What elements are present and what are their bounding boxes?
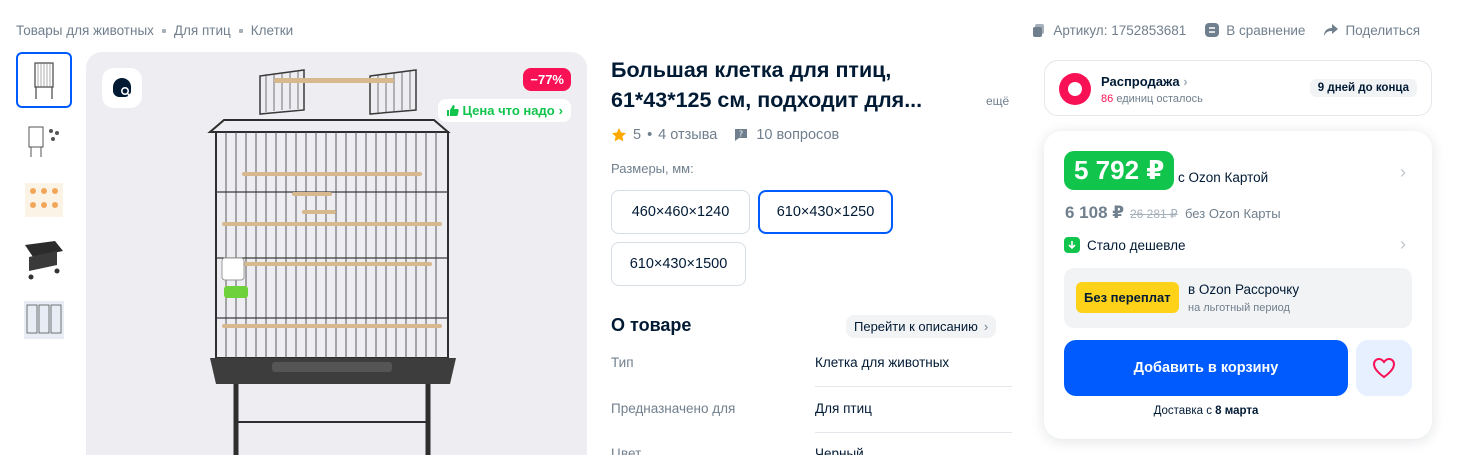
price-dropped-label: Стало дешевле — [1087, 237, 1186, 253]
photo-search-icon — [113, 78, 132, 98]
title-more-link[interactable]: ещё — [986, 94, 1009, 108]
rating-dot: • — [647, 127, 653, 143]
cage-thumbnail-icon — [34, 62, 54, 99]
installment-title: в Ozon Рассрочку — [1188, 282, 1300, 297]
thumbnail[interactable] — [16, 232, 72, 288]
reviews-link[interactable]: 4 отзыва — [658, 127, 717, 143]
ozon-card-price: 5 792 ₽ — [1064, 151, 1175, 190]
rating-value[interactable]: 5 — [633, 127, 641, 143]
chevron-right-icon: › — [983, 319, 989, 334]
thumbnail[interactable] — [16, 172, 72, 228]
size-option[interactable]: 610×430×1500 — [611, 242, 746, 286]
breadcrumb-item[interactable]: Клетки — [251, 23, 293, 38]
share-icon — [1324, 24, 1339, 36]
old-price: 26 281 ₽ — [1130, 207, 1178, 221]
sku-label: Артикул: 1752853681 — [1053, 22, 1187, 38]
copy-icon — [1033, 24, 1045, 37]
sku-copy-button[interactable]: Артикул: 1752853681 — [1031, 22, 1186, 38]
installment-subtitle: на льготный период — [1188, 302, 1290, 314]
breadcrumb-separator — [238, 28, 243, 33]
breadcrumb-separator — [161, 28, 166, 33]
product-main-image[interactable]: −77% Цена что надо › — [86, 52, 587, 455]
spec-value: Для птиц — [815, 401, 872, 416]
days-left-badge: 9 дней до конца — [1309, 79, 1417, 97]
spec-key: Тип — [611, 355, 634, 370]
spec-value: Черный — [815, 446, 864, 455]
compare-icon — [1205, 23, 1220, 37]
compare-button[interactable]: В сравнение — [1204, 22, 1305, 38]
product-title-line: Большая клетка для птиц, — [611, 58, 892, 82]
cage-parts-thumbnail-icon — [28, 126, 59, 157]
bird-cage-image — [207, 69, 456, 455]
sale-title: Распродажа › — [1101, 74, 1188, 89]
size-option-selected[interactable]: 610×430×1250 — [758, 190, 893, 234]
infographic-thumbnail-icon — [25, 183, 63, 217]
compare-label: В сравнение — [1226, 22, 1306, 38]
sale-stock-text: единиц осталось — [1116, 93, 1203, 105]
chevron-right-icon[interactable]: › — [1400, 234, 1406, 255]
spec-key: Цвет — [611, 446, 642, 455]
delivery-prefix: Доставка с — [1153, 405, 1216, 417]
thumbs-up-icon — [446, 105, 459, 116]
good-price-label: Цена что надо — [462, 103, 555, 118]
size-option[interactable]: 460×460×1240 — [611, 190, 750, 234]
go-to-description-label: Перейти к описанию — [854, 319, 978, 334]
spec-value: Клетка для животных — [815, 355, 950, 370]
questions-link[interactable]: ? 10 вопросов — [733, 127, 839, 143]
divider — [815, 386, 1012, 387]
chevron-right-icon: › — [558, 103, 563, 118]
chevron-right-icon: › — [1183, 74, 1188, 89]
breadcrumb-item[interactable]: Для птиц — [174, 23, 231, 38]
thumbnail[interactable] — [16, 292, 72, 348]
share-button[interactable]: Поделиться — [1323, 22, 1420, 38]
arrow-down-icon — [1064, 237, 1080, 253]
rating-row: 5 • 4 отзыва ? 10 вопросов — [611, 127, 839, 143]
questions-label: 10 вопросов — [756, 127, 840, 143]
thumbnail-list — [16, 52, 72, 352]
discount-badge: −77% — [523, 68, 571, 91]
product-title: Большая клетка для птиц, 61*43*125 см, п… — [611, 55, 961, 115]
thumbnail[interactable] — [16, 112, 72, 168]
price-card: 5 792 ₽ с Ozon Картой › 6 108 ₽ 26 281 ₽… — [1044, 131, 1432, 439]
share-label: Поделиться — [1345, 22, 1420, 38]
cage-tray-thumbnail-icon — [25, 241, 63, 280]
divider — [815, 432, 1012, 433]
breadcrumb: Товары для животных Для птиц Клетки — [16, 23, 293, 38]
favorite-button[interactable] — [1356, 340, 1412, 396]
sale-title-text: Распродажа — [1101, 74, 1180, 89]
thumbnail[interactable] — [16, 52, 72, 108]
with-card-label: с Ozon Картой — [1178, 170, 1269, 185]
add-to-cart-button[interactable]: Добавить в корзину — [1064, 340, 1348, 396]
cage-variants-thumbnail-icon — [24, 301, 64, 339]
price-dropped[interactable]: Стало дешевле — [1064, 237, 1186, 253]
sale-card[interactable]: Распродажа › 86 единиц осталось 9 дней д… — [1044, 60, 1432, 116]
sizes-label: Размеры, мм: — [611, 161, 694, 176]
regular-price: 6 108 ₽ — [1065, 203, 1125, 222]
top-actions: Артикул: 1752853681 В сравнение Поделить… — [1031, 22, 1420, 38]
sale-stock-count: 86 — [1101, 93, 1114, 105]
question-bubble-icon: ? — [735, 129, 748, 141]
sale-stock: 86 единиц осталось — [1101, 93, 1203, 105]
star-icon — [612, 128, 626, 142]
photo-search-button[interactable] — [102, 68, 142, 108]
delivery-info: Доставка с 8 марта — [1044, 405, 1368, 417]
chevron-right-icon[interactable]: › — [1400, 162, 1406, 183]
go-to-description-button[interactable]: Перейти к описанию › — [846, 315, 997, 338]
without-card-label: без Ozon Карты — [1185, 206, 1281, 221]
heart-icon — [1372, 357, 1396, 379]
good-price-badge[interactable]: Цена что надо › — [437, 99, 571, 122]
product-title-line: 61*43*125 см, подходит для... — [611, 88, 923, 112]
no-overpay-badge: Без переплат — [1076, 282, 1179, 313]
breadcrumb-item[interactable]: Товары для животных — [16, 23, 154, 38]
sale-icon — [1059, 73, 1091, 105]
spec-key: Предназначено для — [611, 401, 736, 416]
about-title: О товаре — [611, 315, 692, 335]
delivery-date: 8 марта — [1215, 405, 1259, 417]
installment-box[interactable]: Без переплат в Ozon Рассрочку на льготны… — [1064, 268, 1412, 328]
svg-text:?: ? — [739, 130, 743, 139]
